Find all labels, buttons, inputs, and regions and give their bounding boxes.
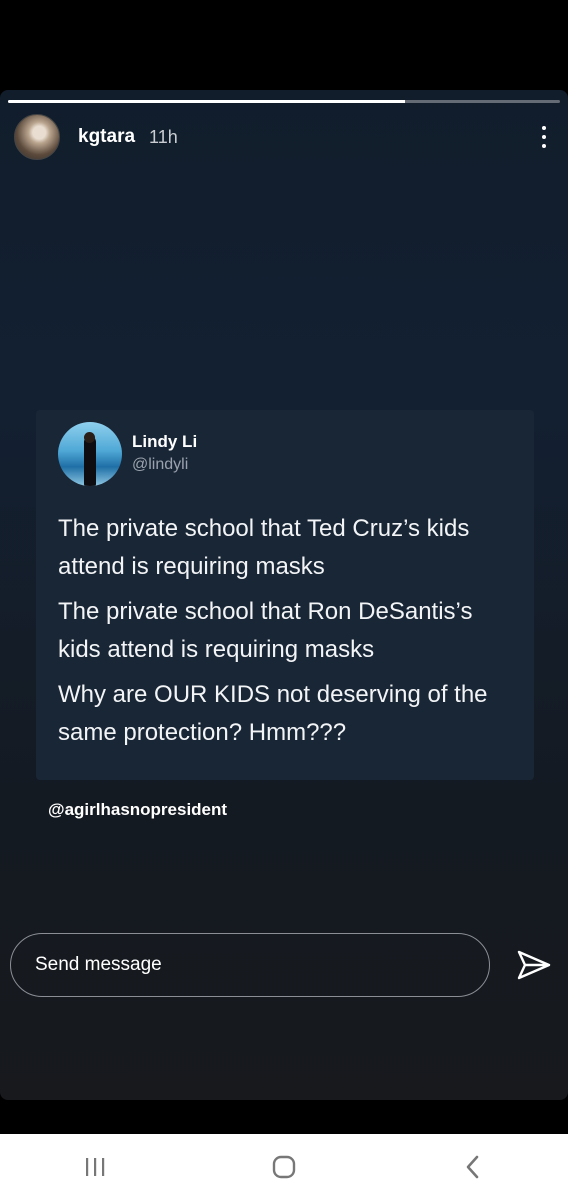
tweet-body: The private school that Ted Cruz’s kids … — [58, 510, 518, 759]
tweet-card: Lindy Li @lindyli The private school tha… — [36, 410, 534, 780]
recents-icon[interactable] — [55, 1142, 135, 1192]
tweet-author-avatar — [58, 422, 122, 486]
story-timestamp: 11h — [149, 126, 178, 147]
system-navigation-bar — [0, 1134, 568, 1200]
profile-avatar[interactable] — [14, 114, 60, 160]
tweet-paragraph: The private school that Ron DeSantis’s k… — [58, 598, 473, 663]
more-vertical-icon[interactable] — [532, 122, 556, 152]
tweet-author-handle: @lindyli — [132, 456, 189, 473]
username[interactable]: kgtara — [78, 126, 135, 148]
send-message-input[interactable] — [33, 953, 457, 977]
home-icon[interactable] — [244, 1142, 324, 1192]
tweet-paragraph: Why are OUR KIDS not deserving of the sa… — [58, 681, 488, 746]
send-icon[interactable] — [516, 948, 552, 982]
story-header: kgtara 11h — [14, 114, 556, 160]
tweet-paragraph: The private school that Ted Cruz’s kids … — [58, 515, 470, 580]
story-progress-fill — [8, 100, 406, 103]
back-icon[interactable] — [433, 1142, 513, 1192]
story-progress-bar — [8, 100, 560, 103]
send-message-field[interactable] — [10, 933, 490, 997]
mention-sticker[interactable]: @agirlhasnopresident — [48, 800, 227, 820]
tweet-author-name: Lindy Li — [132, 432, 198, 451]
